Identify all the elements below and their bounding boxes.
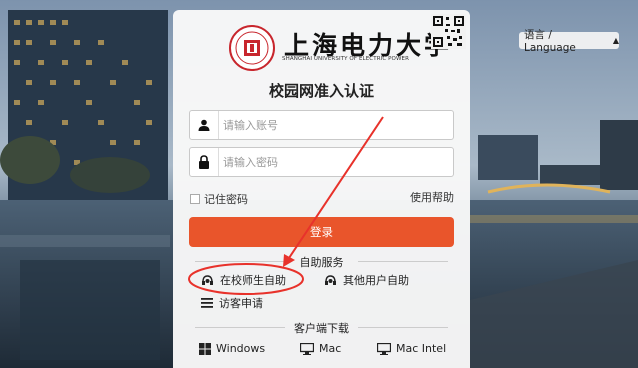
password-field[interactable] (189, 147, 454, 177)
windows-icon (199, 342, 211, 355)
divider (358, 327, 448, 328)
self-service-other-label: 其他用户自助 (343, 274, 409, 287)
download-windows-link[interactable]: Windows (199, 342, 265, 355)
remember-password-label: 记住密码 (204, 193, 248, 206)
user-headset-icon (202, 275, 213, 285)
page-title: 校园网准入认证 (268, 82, 374, 100)
user-headset-icon (325, 275, 336, 285)
username-input[interactable] (223, 111, 443, 139)
client-download-heading: 客户端下载 (294, 322, 349, 335)
visitor-application-link[interactable]: 访客申请 (201, 295, 263, 311)
download-mac-intel-link[interactable]: Mac Intel (377, 342, 446, 355)
user-icon (190, 111, 219, 139)
password-input[interactable] (223, 148, 443, 176)
download-mac-label: Mac (319, 342, 342, 355)
monitor-icon (300, 342, 314, 355)
self-service-student-label: 在校师生自助 (220, 274, 286, 287)
help-link[interactable]: 使用帮助 (410, 189, 454, 205)
username-field[interactable] (189, 110, 454, 140)
remember-password-checkbox[interactable]: 记住密码 (190, 191, 248, 207)
login-card: 上海电力大学 SHANGHAI UNIVERSITY OF ELECTRIC P… (173, 10, 470, 368)
language-label: 语言 / Language (524, 29, 576, 54)
chevron-down-icon: ▲︎ (612, 36, 619, 45)
visitor-application-label: 访客申请 (219, 297, 263, 310)
login-button[interactable]: 登录 (189, 217, 454, 247)
list-icon (201, 298, 213, 308)
checkbox-box[interactable] (190, 194, 200, 204)
lock-icon (190, 148, 219, 176)
download-windows-label: Windows (216, 342, 266, 355)
monitor-icon (377, 342, 391, 355)
self-service-heading: 自助服务 (299, 256, 344, 269)
download-mac-intel-label: Mac Intel (396, 342, 447, 355)
download-mac-link[interactable]: Mac (300, 342, 341, 355)
language-select[interactable]: 语言 / Language ▲︎ (519, 29, 619, 54)
qr-code-icon[interactable] (431, 14, 466, 49)
university-seal-logo (229, 25, 275, 71)
self-service-other-link[interactable]: 其他用户自助 (324, 272, 409, 288)
divider (358, 261, 448, 262)
brand-subtitle: SHANGHAI UNIVERSITY OF ELECTRIC POWER (282, 56, 410, 62)
self-service-student-link[interactable]: 在校师生自助 (201, 272, 286, 288)
